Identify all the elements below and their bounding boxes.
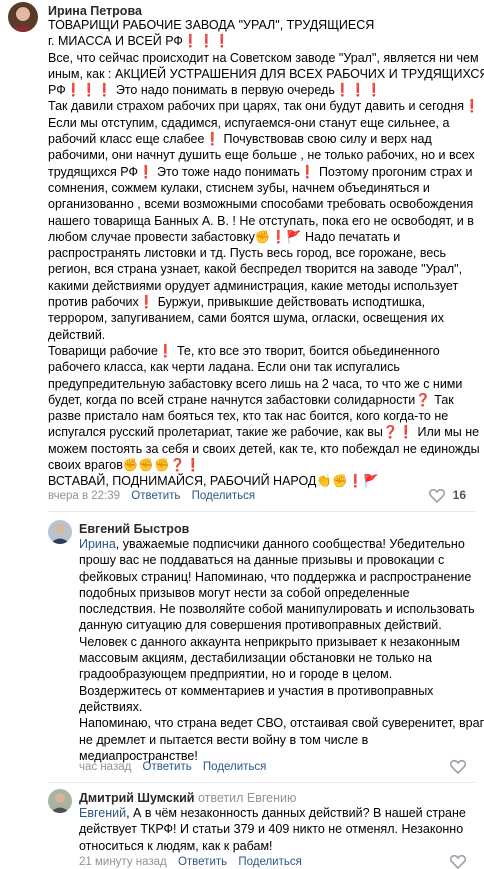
comment-line: действиях. xyxy=(79,699,143,714)
comment-line: Так давили страхом рабочих при царях, та… xyxy=(48,99,480,114)
divider xyxy=(48,511,476,512)
comment-line: можем постоять за себя и своих детей, ка… xyxy=(48,441,480,456)
comment-line: рабочий класс еще слабее❗ Почувствовав с… xyxy=(48,132,432,147)
comment-line: против рабочих❗ Буржуи, привыкшие действ… xyxy=(48,295,426,310)
comment-line: последствия. Не позволяйте собой манипул… xyxy=(79,602,475,617)
comment-line: регион, вся страна узнает, какой беспред… xyxy=(48,262,463,277)
comment-line: Если мы отступим, сдадимся, испугаемся-о… xyxy=(48,115,450,130)
share-button[interactable]: Поделиться xyxy=(238,856,302,868)
share-button[interactable]: Поделиться xyxy=(192,490,256,502)
comment-line: Напоминаю, что страна ведет СВО, отстаив… xyxy=(79,716,484,731)
comment-line: разве пристало нам бояться тех, кто так … xyxy=(48,409,449,424)
comment-line: действий. xyxy=(48,327,106,342)
comment-author[interactable]: Евгений Быстров xyxy=(79,522,189,536)
comment-line: действует ТКРФ! И статьи 379 и 409 никто… xyxy=(79,822,464,837)
heart-icon xyxy=(449,854,467,869)
comment-line: иным, как : АКЦИЕЙ УСТРАШЕНИЯ ДЛЯ ВСЕХ Р… xyxy=(48,66,484,81)
mention-link[interactable]: Ирина xyxy=(79,537,116,551)
comment-line: Товарищи рабочие❗ Те, кто все это творит… xyxy=(48,343,440,358)
comment-line: любом случае провести забастовку✊❗🚩 Надо… xyxy=(48,229,401,244)
comment-line: градообразующем предприятии, но и городе… xyxy=(79,667,393,682)
avatar[interactable] xyxy=(48,789,72,813)
mention-link[interactable]: Евгений xyxy=(79,806,126,820)
avatar[interactable] xyxy=(48,520,72,544)
comment-line: террором, запугиванием, сами боятся шума… xyxy=(48,311,444,326)
heart-icon xyxy=(449,759,467,774)
comment-time[interactable]: час назад xyxy=(79,761,131,773)
comment-line: трудящихся РФ❗ Это тоже надо понимать❗ П… xyxy=(48,164,473,179)
comment-line: не дремлет и пытается вести войну в том … xyxy=(79,732,369,747)
comment-line: г. МИАССА И ВСЕЙ РФ❗❗❗ xyxy=(48,34,230,49)
comment-line: организованно , всеми возможными способа… xyxy=(48,197,474,212)
comment-line: подобных призывов могут нести за собой о… xyxy=(79,585,410,600)
comment-line: рабочими, они начнут душить еще больше ,… xyxy=(48,148,475,163)
comment-author: Дмитрий Шумский ответил Евгению xyxy=(79,791,296,805)
comment-text: Ирина, уважаемые подписчики данного сооб… xyxy=(79,536,484,764)
comment-line: сомнения, сожмем кулаки, стиснем зубы, н… xyxy=(48,180,430,195)
reply-button[interactable]: Ответить xyxy=(143,761,192,773)
like-count: 16 xyxy=(452,488,466,502)
share-button[interactable]: Поделиться xyxy=(203,761,267,773)
comment-line: ТОВАРИЩИ РАБОЧИЕ ЗАВОДА "УРАЛ", ТРУДЯЩИЕ… xyxy=(48,18,375,32)
comment-line: предупредительную забастовку всего лишь … xyxy=(48,376,463,391)
comment-line: будет, когда по всей стране начнутся заб… xyxy=(48,392,454,407)
comment-line: Человек с данного аккаунта неприкрыто пр… xyxy=(79,634,460,649)
comment-line-rest: , А в чём незаконность данных действий? … xyxy=(126,806,466,820)
heart-icon xyxy=(429,488,448,503)
like-button[interactable] xyxy=(449,759,467,774)
comment-line-rest: , уважаемые подписчики данного сообществ… xyxy=(115,537,465,551)
comment-line: данную ситуацию для совершения противопр… xyxy=(79,618,442,633)
comment-line: Евгений, А в чём незаконность данных дей… xyxy=(79,805,466,821)
comment-line: Ирина, уважаемые подписчики данного сооб… xyxy=(79,536,484,552)
reply-button[interactable]: Ответить xyxy=(131,490,180,502)
comment-time[interactable]: 21 минуту назад xyxy=(79,856,167,868)
comment-line: ВСТАВАЙ, ПОДНИМАЙСЯ, РАБОЧИЙ НАРОД👏✊❗🚩 xyxy=(48,474,379,489)
author-name[interactable]: Дмитрий Шумский xyxy=(79,791,194,805)
comment-meta: 21 минуту назад Ответить Поделиться xyxy=(79,856,302,868)
comment-line: относиться к людям, как к рабам! xyxy=(79,838,273,853)
comment-line: Все, что сейчас происходит на Советском … xyxy=(48,50,479,65)
comment-line: прошу вас не поддаваться на данные призы… xyxy=(79,553,445,568)
comment-line: своих врагов✊✊✊❓❗ xyxy=(48,458,201,473)
reply-to-label[interactable]: ответил Евгению xyxy=(198,791,296,805)
comment-author[interactable]: Ирина Петрова xyxy=(48,4,142,18)
comment-line: распространять листовки и тд. Пусть весь… xyxy=(48,246,447,261)
comment-line: нашего товарища Банных А. В. ! Не отступ… xyxy=(48,213,474,228)
divider xyxy=(48,782,476,783)
comment-text: Евгений, А в чём незаконность данных дей… xyxy=(79,805,466,854)
reply-button[interactable]: Ответить xyxy=(178,856,227,868)
comment-text: ТОВАРИЩИ РАБОЧИЕ ЗАВОДА "УРАЛ", ТРУДЯЩИЕ… xyxy=(48,17,484,490)
comment-meta: час назад Ответить Поделиться xyxy=(79,761,266,773)
comment-line: фейковых страниц! Напоминаю, что поддерж… xyxy=(79,569,472,584)
like-button[interactable]: 16 xyxy=(429,488,466,503)
comment-meta: вчера в 22:39 Ответить Поделиться xyxy=(48,490,255,502)
comment-line: Воздержитесь от комментариев и участия в… xyxy=(79,683,434,698)
avatar[interactable] xyxy=(8,2,38,32)
comment-line: рабочего класса, как черти ладана. Если … xyxy=(48,360,400,375)
comment-line: РФ❗❗❗ Это надо понимать в первую очередь… xyxy=(48,83,382,98)
comment-line: какими действиями орудует администрация,… xyxy=(48,278,459,293)
comment-line: массовым акциям, дестабилизации обстанов… xyxy=(79,651,432,666)
like-button[interactable] xyxy=(449,854,467,869)
comment-time[interactable]: вчера в 22:39 xyxy=(48,490,120,502)
comment-line: испугался русский пролетариат, такие же … xyxy=(48,425,480,440)
